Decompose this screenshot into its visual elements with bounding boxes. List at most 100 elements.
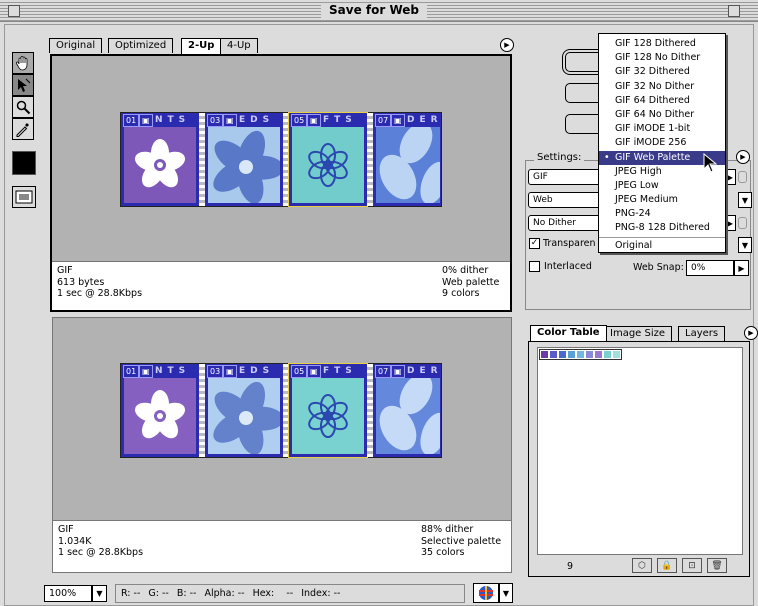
tab-color-table[interactable]: Color Table bbox=[530, 325, 607, 341]
color-swatch[interactable] bbox=[549, 350, 558, 359]
slice-05[interactable]: 05 ▣ FTS bbox=[288, 112, 368, 207]
slice-01[interactable]: 01 ▣ NTS bbox=[121, 113, 199, 206]
zoom-box[interactable] bbox=[728, 5, 740, 17]
menu-item[interactable]: GIF 64 Dithered bbox=[599, 94, 725, 108]
color-swatch[interactable] bbox=[612, 350, 621, 359]
transparency-label: Transparen bbox=[543, 238, 596, 249]
slice-text: FTS bbox=[323, 115, 357, 125]
menu-item[interactable]: PNG-8 128 Dithered bbox=[599, 221, 725, 235]
flower-icon bbox=[213, 130, 283, 204]
snap-to-web-button[interactable]: ⬡ bbox=[632, 558, 652, 573]
hand-tool[interactable] bbox=[12, 52, 34, 74]
menu-item[interactable]: GIF 64 No Dither bbox=[599, 108, 725, 122]
browser-dropdown[interactable]: ▼ bbox=[499, 583, 513, 603]
slice-text: DER bbox=[407, 115, 443, 125]
info-palette: Selective palette bbox=[421, 535, 502, 547]
transparency-checkbox[interactable]: ✓ Transparen bbox=[529, 238, 596, 249]
flower-icon bbox=[134, 390, 186, 439]
web-snap-arrow[interactable]: ▶ bbox=[734, 260, 749, 276]
matte-dropdown[interactable]: ▼ bbox=[738, 237, 752, 253]
tab-2up[interactable]: 2-Up bbox=[181, 38, 222, 54]
menu-item[interactable]: GIF 32 Dithered bbox=[599, 65, 725, 79]
format-select[interactable]: GIF bbox=[528, 169, 608, 185]
menu-item[interactable]: JPEG Medium bbox=[599, 193, 725, 207]
checkbox-checked-icon: ✓ bbox=[529, 238, 540, 249]
slice-03[interactable]: 03 ▣ EDS bbox=[205, 113, 283, 206]
lossy-optimize-icon[interactable] bbox=[738, 171, 747, 183]
magnifier-icon bbox=[16, 100, 31, 115]
menu-item[interactable]: GIF iMODE 1-bit bbox=[599, 122, 725, 136]
preview-menu-button[interactable]: ▶ bbox=[500, 38, 514, 52]
eyedropper-icon bbox=[16, 123, 29, 137]
slice-text: EDS bbox=[239, 115, 275, 125]
tab-image-size[interactable]: Image Size bbox=[603, 326, 673, 341]
tab-layers[interactable]: Layers bbox=[678, 326, 726, 341]
color-table-menu-button[interactable]: ▶ bbox=[744, 326, 758, 340]
trash-icon: 🗑 bbox=[711, 560, 723, 571]
color-table-grid[interactable] bbox=[537, 347, 743, 555]
toggle-slices-visibility[interactable] bbox=[12, 186, 36, 208]
image-preview-top[interactable]: 01 ▣ NTS 03 ▣ EDS 05 ▣ FTS 07 ▣ DER bbox=[120, 112, 443, 207]
slice-07[interactable]: 07 ▣ DER bbox=[373, 364, 443, 457]
dither-optimize-icon[interactable] bbox=[738, 217, 747, 229]
palette-select[interactable]: Web bbox=[528, 192, 608, 208]
browser-icon bbox=[479, 586, 493, 600]
flower-icon bbox=[308, 394, 348, 438]
color-swatch[interactable] bbox=[576, 350, 585, 359]
color-swatch[interactable] bbox=[585, 350, 594, 359]
slice-text: EDS bbox=[239, 366, 275, 376]
web-snap-field[interactable]: 0% bbox=[686, 260, 734, 276]
image-preview-bottom[interactable]: 01 ▣ NTS 03 ▣ EDS 05 ▣ FTS 07 ▣ DER bbox=[120, 363, 443, 458]
delete-color-button[interactable]: 🗑 bbox=[707, 558, 727, 573]
chevron-down-icon: ▼ bbox=[96, 589, 103, 598]
play-arrow-icon: ▶ bbox=[748, 329, 754, 337]
tab-4up[interactable]: 4-Up bbox=[220, 38, 258, 53]
color-swatch[interactable] bbox=[540, 350, 549, 359]
eyedropper-color-swatch[interactable] bbox=[12, 151, 36, 175]
color-swatch[interactable] bbox=[567, 350, 576, 359]
menu-item[interactable]: GIF 32 No Dither bbox=[599, 80, 725, 94]
color-swatch[interactable] bbox=[603, 350, 612, 359]
close-box[interactable] bbox=[8, 5, 20, 17]
color-swatch[interactable] bbox=[558, 350, 567, 359]
slice-01[interactable]: 01 ▣ NTS bbox=[121, 364, 199, 457]
browser-preview-button[interactable] bbox=[473, 583, 499, 603]
menu-item[interactable]: GIF iMODE 256 bbox=[599, 136, 725, 150]
zoom-tool[interactable] bbox=[12, 96, 34, 118]
menu-item[interactable]: Original bbox=[599, 239, 725, 253]
play-arrow-icon: ▶ bbox=[740, 153, 746, 161]
interlaced-checkbox[interactable]: Interlaced bbox=[529, 261, 592, 272]
new-color-button[interactable]: ⊡ bbox=[682, 558, 702, 573]
optimize-menu-button[interactable]: ▶ bbox=[736, 150, 750, 164]
slice-text: FTS bbox=[323, 366, 357, 376]
web-snap-label: Web Snap: bbox=[633, 262, 684, 273]
tab-original[interactable]: Original bbox=[49, 38, 103, 53]
flower-icon bbox=[379, 122, 443, 205]
color-readout: R: -- G: -- B: -- Alpha: -- Hex: -- Inde… bbox=[115, 584, 465, 603]
lock-color-button[interactable]: 🔒 bbox=[657, 558, 677, 573]
zoom-level-field[interactable]: 100% bbox=[44, 585, 92, 602]
zoom-dropdown[interactable]: ▼ bbox=[92, 585, 107, 602]
eyedropper-tool[interactable] bbox=[12, 118, 34, 140]
info-size: 613 bytes bbox=[57, 276, 105, 288]
info-palette: Web palette bbox=[442, 276, 500, 288]
slice-select-tool[interactable] bbox=[12, 74, 34, 96]
colors-dropdown[interactable]: ▼ bbox=[738, 192, 752, 208]
menu-item[interactable]: GIF 128 No Dither bbox=[599, 51, 725, 65]
blue-readout: B: -- bbox=[176, 588, 197, 599]
chevron-down-icon: ▼ bbox=[741, 240, 749, 250]
slice-text: DER bbox=[407, 366, 443, 376]
color-table-panel: 9 ⬡ 🔒 ⊡ 🗑 bbox=[528, 341, 750, 577]
dither-select[interactable]: No Dither bbox=[528, 215, 608, 231]
info-dither: 88% dither bbox=[421, 524, 474, 535]
menu-item[interactable]: JPEG Low bbox=[599, 179, 725, 193]
color-swatch[interactable] bbox=[594, 350, 603, 359]
menu-item[interactable]: PNG-24 bbox=[599, 207, 725, 221]
menu-item[interactable]: GIF 128 Dithered bbox=[599, 37, 725, 51]
tab-optimized[interactable]: Optimized bbox=[108, 38, 174, 53]
slice-03[interactable]: 03 ▣ EDS bbox=[205, 364, 283, 457]
settings-preset-menu[interactable]: GIF 128 Dithered GIF 128 No Dither GIF 32 … bbox=[598, 33, 726, 253]
slice-07[interactable]: 07 ▣ DER bbox=[373, 113, 443, 206]
slice-05[interactable]: 05 ▣ FTS bbox=[288, 363, 368, 458]
flower-icon bbox=[134, 139, 186, 188]
